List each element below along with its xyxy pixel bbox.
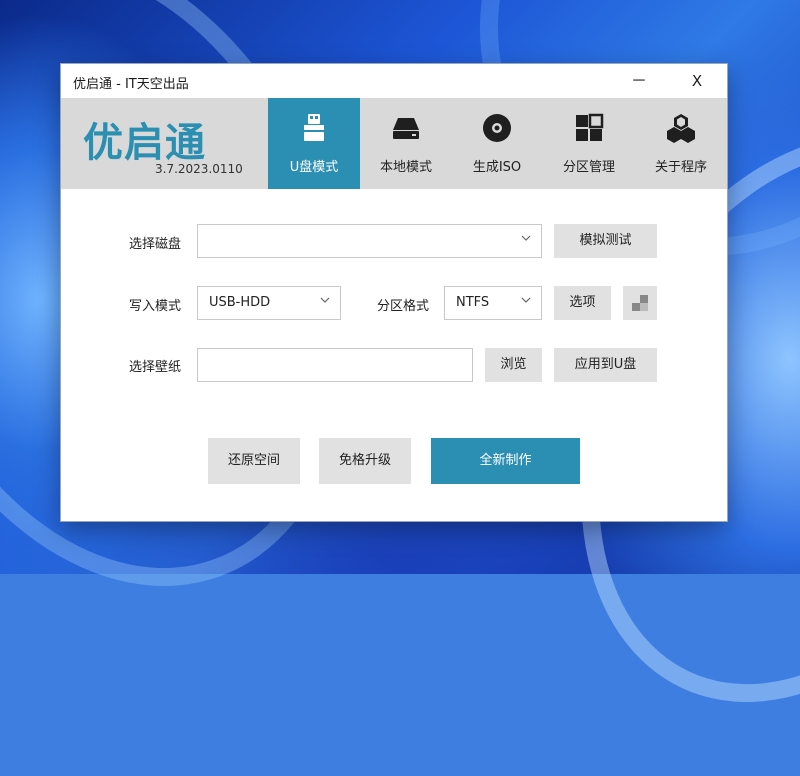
cubes-icon <box>667 114 695 143</box>
partition-format-select[interactable]: NTFS <box>444 286 542 320</box>
format-free-upgrade-button[interactable]: 免格升级 <box>319 438 411 484</box>
chevron-down-icon <box>521 297 531 303</box>
version-label: 3.7.2023.0110 <box>155 162 243 176</box>
partition-format-label: 分区格式 <box>377 299 430 314</box>
disc-icon <box>483 114 511 142</box>
wallpaper-path-input[interactable] <box>197 348 473 382</box>
disk-select[interactable] <box>197 224 542 258</box>
apply-to-usb-button[interactable]: 应用到U盘 <box>554 348 657 382</box>
header-bar: 优启通 3.7.2023.0110 U盘模式 本地模式 生成ISO 分区管理 关… <box>61 98 727 189</box>
write-mode-label: 写入模式 <box>129 299 182 314</box>
window-title: 优启通 - IT天空出品 <box>73 77 189 92</box>
hard-disk-icon <box>393 118 419 139</box>
options-button[interactable]: 选项 <box>554 286 611 320</box>
tab-about[interactable]: 关于程序 <box>635 98 727 189</box>
simulate-test-button[interactable]: 模拟测试 <box>554 224 657 258</box>
browse-button[interactable]: 浏览 <box>485 348 542 382</box>
tab-label: 生成ISO <box>472 160 522 175</box>
tab-partition-manager[interactable]: 分区管理 <box>543 98 635 189</box>
tab-usb-mode[interactable]: U盘模式 <box>268 98 360 189</box>
usb-drive-icon <box>304 114 324 141</box>
write-mode-value: USB-HDD <box>209 295 271 310</box>
write-mode-select[interactable]: USB-HDD <box>197 286 341 320</box>
partition-grid-icon <box>576 113 604 141</box>
app-window: 优启通 - IT天空出品 － X 优启通 3.7.2023.0110 U盘模式 … <box>61 64 727 521</box>
disk-label: 选择磁盘 <box>129 237 182 252</box>
tab-generate-iso[interactable]: 生成ISO <box>451 98 543 189</box>
title-bar[interactable]: 优启通 - IT天空出品 － X <box>61 64 727 98</box>
tab-local-mode[interactable]: 本地模式 <box>360 98 452 189</box>
tab-label: 关于程序 <box>654 160 707 175</box>
tab-label: 本地模式 <box>379 160 432 175</box>
new-build-button[interactable]: 全新制作 <box>431 438 580 484</box>
checker-icon <box>632 295 648 311</box>
minimize-button[interactable]: － <box>617 68 661 94</box>
app-logo: 优启通 <box>83 120 206 166</box>
tab-label: 分区管理 <box>562 160 615 175</box>
close-button[interactable]: X <box>675 68 719 94</box>
tab-label: U盘模式 <box>289 160 339 175</box>
chevron-down-icon <box>521 235 531 241</box>
partition-format-value: NTFS <box>456 295 490 310</box>
restore-space-button[interactable]: 还原空间 <box>208 438 300 484</box>
advanced-button[interactable] <box>623 286 657 320</box>
chevron-down-icon <box>320 297 330 303</box>
wallpaper-label: 选择壁纸 <box>129 360 182 375</box>
